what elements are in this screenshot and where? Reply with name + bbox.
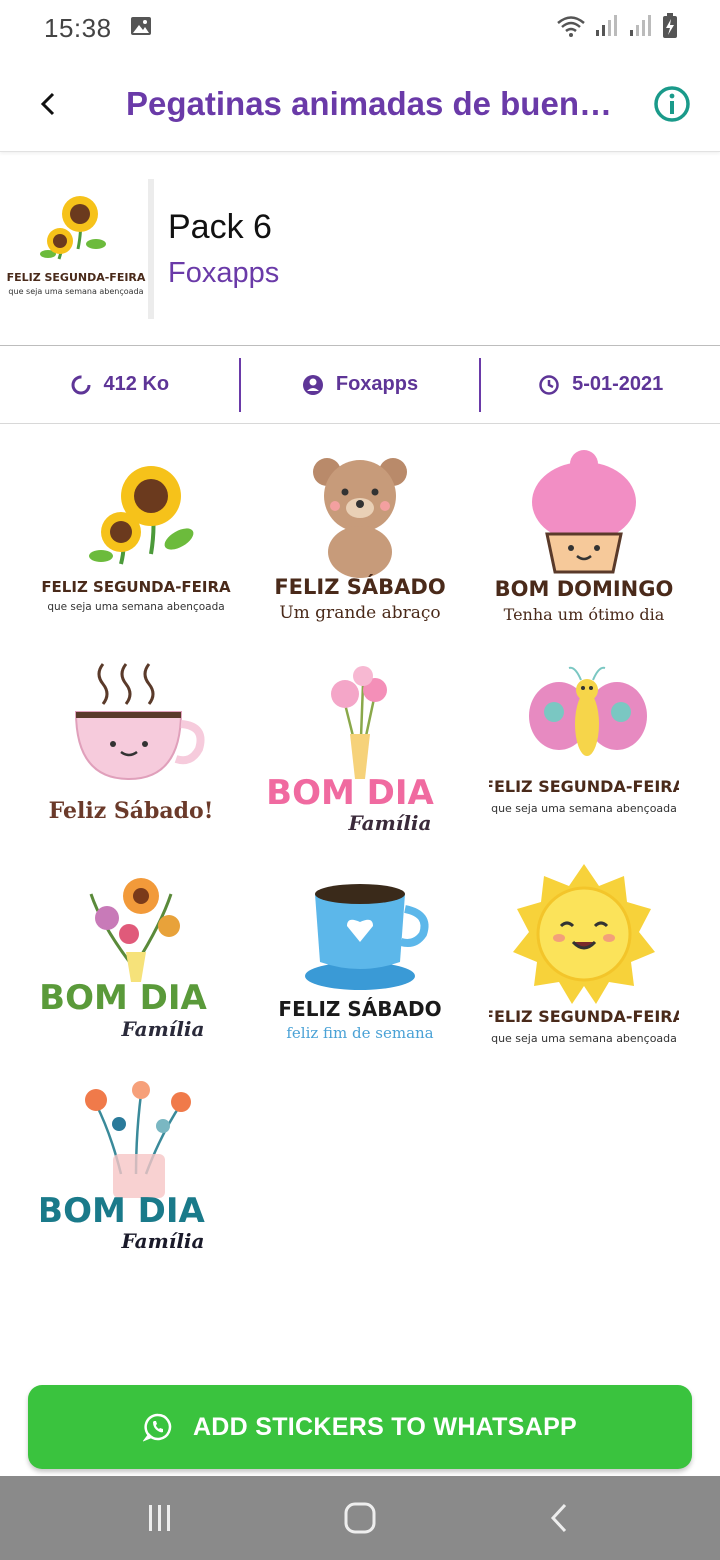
pack-date: 5-01-2021 bbox=[481, 358, 720, 412]
pack-publisher: Foxapps bbox=[168, 256, 280, 289]
tray-line2: que seja uma semana abençoada bbox=[8, 287, 143, 296]
app-bar: Pegatinas animadas de buen… bbox=[0, 56, 720, 152]
signal-icon-2 bbox=[628, 14, 654, 43]
wifi-icon bbox=[556, 14, 586, 43]
sticker-sun[interactable]: FELIZ SEGUNDA-FEIRA que seja uma semana … bbox=[472, 854, 696, 1064]
sticker-line2: que seja uma semana abençoada bbox=[47, 601, 224, 613]
add-button-label: ADD STICKERS TO WHATSAPP bbox=[192, 1412, 578, 1441]
pack-tray-image: FELIZ SEGUNDA-FEIRA que seja uma semana … bbox=[4, 178, 154, 319]
signal-icon bbox=[594, 14, 620, 43]
recents-button[interactable] bbox=[120, 1476, 200, 1560]
sticker-line1: BOM DIA bbox=[41, 1191, 206, 1231]
sticker-line2: Família bbox=[121, 1017, 205, 1041]
sticker-line1: BOM DIA bbox=[266, 773, 434, 813]
sticker-bom-dia-green[interactable]: BOM DIA Família bbox=[24, 854, 248, 1064]
gallery-icon bbox=[130, 16, 152, 41]
info-button[interactable] bbox=[624, 56, 720, 152]
status-bar: 15:38 bbox=[0, 0, 720, 56]
battery-icon bbox=[662, 12, 678, 44]
sticker-line1: FELIZ SEGUNDA-FEIRA bbox=[489, 777, 679, 796]
sticker-line2: que seja uma semana abençoada bbox=[491, 802, 677, 815]
back-icon bbox=[550, 1503, 567, 1533]
sticker-line1: FELIZ SEGUNDA-FEIRA bbox=[489, 1007, 679, 1026]
sticker-line1: Feliz Sábado! bbox=[49, 798, 214, 824]
sticker-bom-dia-teal[interactable]: BOM DIA Família bbox=[24, 1064, 248, 1274]
sticker-cupcake[interactable]: BOM DOMINGO Tenha um ótimo dia bbox=[472, 434, 696, 644]
sticker-line2: Família bbox=[348, 811, 432, 835]
account-icon bbox=[302, 374, 323, 395]
sticker-line2: feliz fim de semana bbox=[286, 1024, 433, 1042]
sticker-line1: BOM DIA bbox=[41, 978, 208, 1018]
sticker-sunflower[interactable]: FELIZ SEGUNDA-FEIRA que seja uma semana … bbox=[24, 434, 248, 644]
pack-info-row: 412 Ko Foxapps 5-01-2021 bbox=[0, 346, 720, 424]
sticker-grid: FELIZ SEGUNDA-FEIRA que seja uma semana … bbox=[24, 434, 696, 1274]
chevron-left-icon bbox=[40, 92, 55, 115]
info-icon bbox=[654, 85, 690, 122]
sticker-coffee-cup[interactable]: Feliz Sábado! bbox=[24, 644, 248, 854]
sticker-line2: Tenha um ótimo dia bbox=[504, 605, 665, 624]
sticker-line1: FELIZ SEGUNDA-FEIRA bbox=[41, 578, 231, 596]
pack-name: Pack 6 bbox=[168, 207, 272, 246]
sticker-butterfly[interactable]: FELIZ SEGUNDA-FEIRA que seja uma semana … bbox=[472, 644, 696, 854]
sticker-teddy-bear[interactable]: FELIZ SÁBADO Um grande abraço bbox=[248, 434, 472, 644]
page-title: Pegatinas animadas de buen… bbox=[126, 84, 612, 122]
pack-size: 412 Ko bbox=[0, 358, 239, 412]
sticker-bom-dia-pink[interactable]: BOM DIA Família bbox=[248, 644, 472, 854]
loading-icon bbox=[71, 375, 91, 394]
sticker-line2: que seja uma semana abençoada bbox=[491, 1032, 677, 1045]
sticker-line1: FELIZ SÁBADO bbox=[274, 574, 445, 599]
pack-header: FELIZ SEGUNDA-FEIRA que seja uma semana … bbox=[0, 152, 720, 346]
home-icon bbox=[344, 1502, 376, 1534]
system-back-button[interactable] bbox=[520, 1476, 600, 1560]
sticker-line1: FELIZ SÁBADO bbox=[278, 997, 441, 1021]
system-nav-bar bbox=[0, 1476, 720, 1560]
back-button[interactable] bbox=[0, 56, 96, 152]
clock-icon bbox=[539, 374, 559, 395]
pack-date-label: 5-01-2021 bbox=[572, 373, 664, 395]
home-button[interactable] bbox=[320, 1476, 400, 1560]
status-time: 15:38 bbox=[44, 12, 112, 43]
sticker-line1: BOM DOMINGO bbox=[495, 577, 674, 601]
sticker-blue-mug[interactable]: FELIZ SÁBADO feliz fim de semana bbox=[248, 854, 472, 1064]
whatsapp-icon bbox=[142, 1413, 172, 1442]
tray-line1: FELIZ SEGUNDA-FEIRA bbox=[7, 271, 146, 284]
pack-author: Foxapps bbox=[241, 358, 480, 412]
pack-size-label: 412 Ko bbox=[103, 373, 170, 395]
sticker-line2: Família bbox=[121, 1229, 205, 1253]
pack-author-label: Foxapps bbox=[335, 373, 419, 395]
recents-icon bbox=[149, 1505, 170, 1531]
sticker-line2: Um grande abraço bbox=[279, 603, 440, 623]
add-to-whatsapp-button[interactable]: ADD STICKERS TO WHATSAPP bbox=[28, 1385, 692, 1469]
